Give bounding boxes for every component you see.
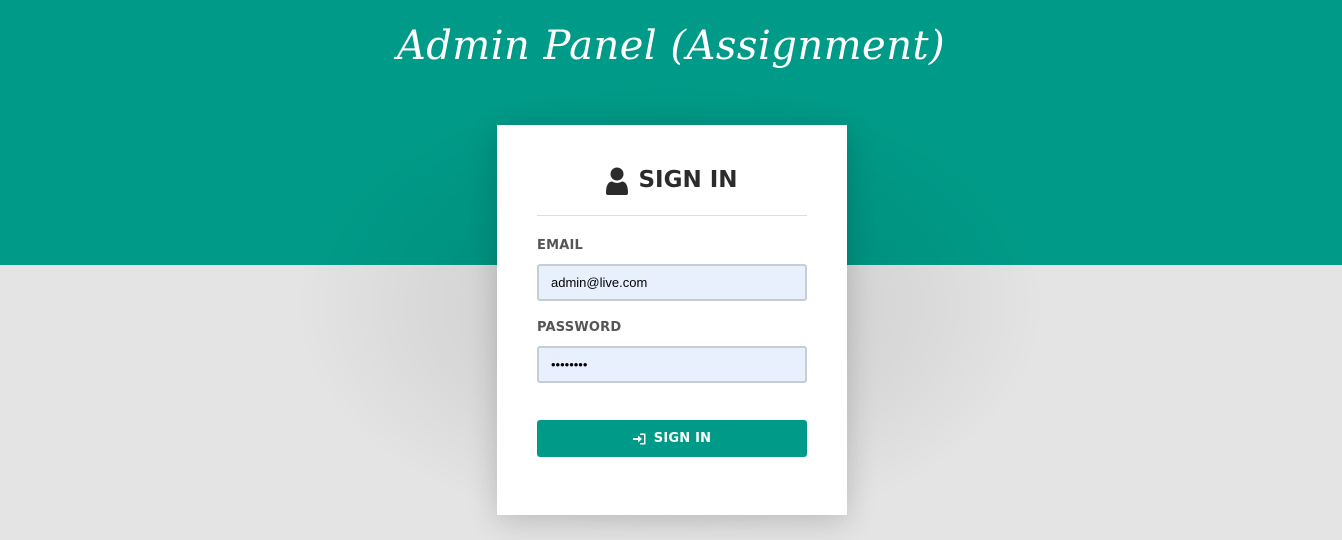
- email-field[interactable]: [537, 264, 807, 301]
- sign-in-button-label: SIGN IN: [653, 431, 712, 446]
- sign-in-button[interactable]: SIGN IN: [537, 420, 807, 457]
- sign-in-icon: [632, 433, 646, 445]
- login-card-header: SIGN IN: [537, 163, 807, 216]
- email-label: EMAIL: [537, 238, 583, 253]
- login-card: SIGN IN EMAIL PASSWORD SIGN IN: [497, 125, 847, 515]
- password-field[interactable]: [537, 346, 807, 383]
- password-label: PASSWORD: [537, 320, 622, 335]
- user-icon: [606, 167, 629, 195]
- app-title: Admin Panel (Assignment): [396, 23, 946, 69]
- login-title: SIGN IN: [638, 167, 738, 193]
